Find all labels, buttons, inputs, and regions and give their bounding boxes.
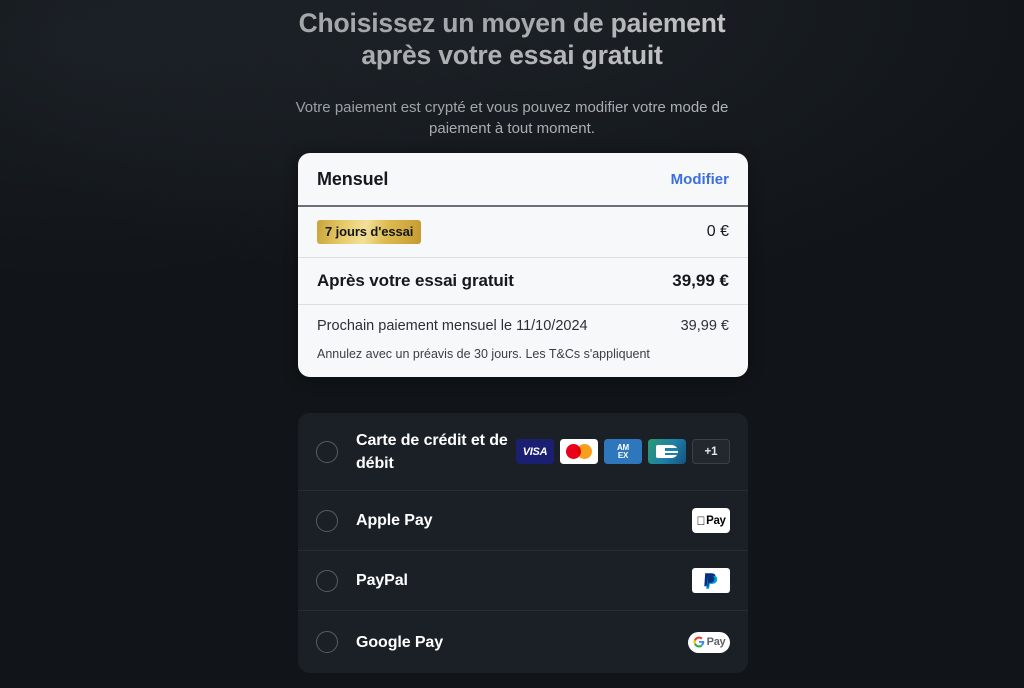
after-trial-label: Après votre essai gratuit xyxy=(317,271,514,290)
radio-icon-paypal[interactable] xyxy=(316,569,338,592)
next-payment-price: 39,99 € xyxy=(680,318,729,334)
next-payment-label: Prochain paiement mensuel le 11/10/2024 xyxy=(317,318,588,334)
mastercard-icon xyxy=(560,439,598,464)
edit-plan-link[interactable]: Modifier xyxy=(671,171,729,188)
payment-option-card-label: Carte de crédit et de débit xyxy=(356,431,508,472)
payment-option-card[interactable]: Carte de crédit et de débit VISA AM EX +1 xyxy=(298,413,748,491)
next-payment-row: Prochain paiement mensuel le 11/10/2024 … xyxy=(298,305,748,338)
plan-name: Mensuel xyxy=(317,169,389,189)
checkout-page: Choisissez un moyen de paiement après vo… xyxy=(0,0,1024,688)
trial-badge: 7 jours d'essai xyxy=(317,220,422,244)
payment-option-google-pay[interactable]: Google Pay Pay xyxy=(298,611,748,673)
payment-option-paypal[interactable]: PayPal xyxy=(298,551,748,611)
paypal-logo xyxy=(692,568,730,593)
trial-price: 0 € xyxy=(706,223,729,240)
radio-icon-google-pay[interactable] xyxy=(316,631,338,653)
plan-card-header: Mensuel Modifier xyxy=(298,153,748,207)
card-brand-logos: VISA AM EX +1 xyxy=(516,439,730,464)
page-title: Choisissez un moyen de paiement après vo… xyxy=(298,8,726,70)
google-pay-text: Pay xyxy=(706,636,726,648)
payment-option-paypal-label: PayPal xyxy=(356,572,408,589)
radio-icon-apple-pay[interactable] xyxy=(316,509,338,532)
trial-row: 7 jours d'essai 0 € xyxy=(298,207,748,258)
payment-option-google-pay-label: Google Pay xyxy=(356,633,444,651)
page-subtitle: Votre paiement est crypté et vous pouvez… xyxy=(295,99,729,137)
apple-pay-icon: Pay xyxy=(692,508,730,533)
payment-method-list: Carte de crédit et de débit VISA AM EX +1… xyxy=(298,413,748,673)
paypal-icon xyxy=(692,568,730,593)
apple-pay-logo: Pay xyxy=(692,508,730,533)
visa-icon: VISA xyxy=(516,439,554,464)
cb-icon xyxy=(648,439,686,464)
more-brands-badge[interactable]: +1 xyxy=(692,439,730,464)
google-pay-logo: Pay xyxy=(688,631,730,653)
cancellation-fineprint: Annulez avec un préavis de 30 jours. Les… xyxy=(317,347,650,361)
page-header: Choisissez un moyen de paiement après vo… xyxy=(0,0,1024,139)
after-trial-price: 39,99 € xyxy=(672,271,729,290)
radio-icon-card[interactable] xyxy=(316,440,338,463)
google-pay-icon: Pay xyxy=(688,631,730,653)
apple-logo-icon:  xyxy=(697,515,706,527)
amex-icon: AM EX xyxy=(604,439,642,464)
plan-summary-card: Mensuel Modifier 7 jours d'essai 0 € Apr… xyxy=(298,153,748,377)
after-trial-row: Après votre essai gratuit 39,99 € xyxy=(298,258,748,305)
payment-option-apple-pay[interactable]: Apple Pay Pay xyxy=(298,491,748,551)
payment-option-apple-pay-label: Apple Pay xyxy=(356,512,433,529)
